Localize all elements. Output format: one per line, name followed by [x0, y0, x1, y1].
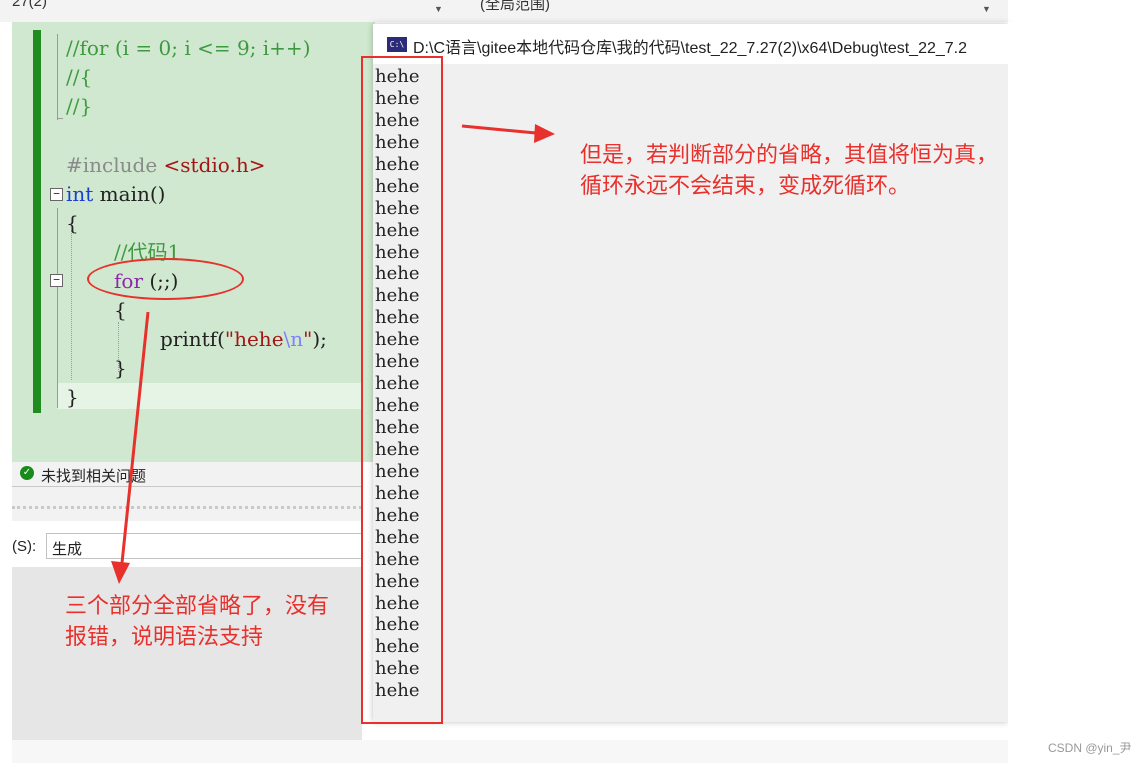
arrow-right-head: [534, 124, 555, 143]
annotation-text-right: 但是，若判断部分的省略，其值将恒为真， 循环永远不会结束，变成死循环。: [580, 139, 1040, 201]
arrow-down-shaft: [120, 311, 150, 564]
annotation-line: 三个部分全部省略了，没有: [65, 593, 330, 618]
annotation-line: 报错，说明语法支持: [65, 624, 264, 649]
annotation-line: 但是，若判断部分的省略，其值将恒为真，: [580, 142, 999, 167]
arrow-right-shaft: [461, 124, 537, 135]
annotation-line: 循环永远不会结束，变成死循环。: [580, 173, 911, 198]
page-margin: [1008, 22, 1145, 763]
watermark: CSDN @yin_尹: [1048, 741, 1132, 755]
bottom-strip: [12, 740, 1008, 763]
arrow-down-head: [111, 561, 130, 584]
annotation-text-left: 三个部分全部省略了，没有 报错，说明语法支持: [65, 590, 365, 652]
